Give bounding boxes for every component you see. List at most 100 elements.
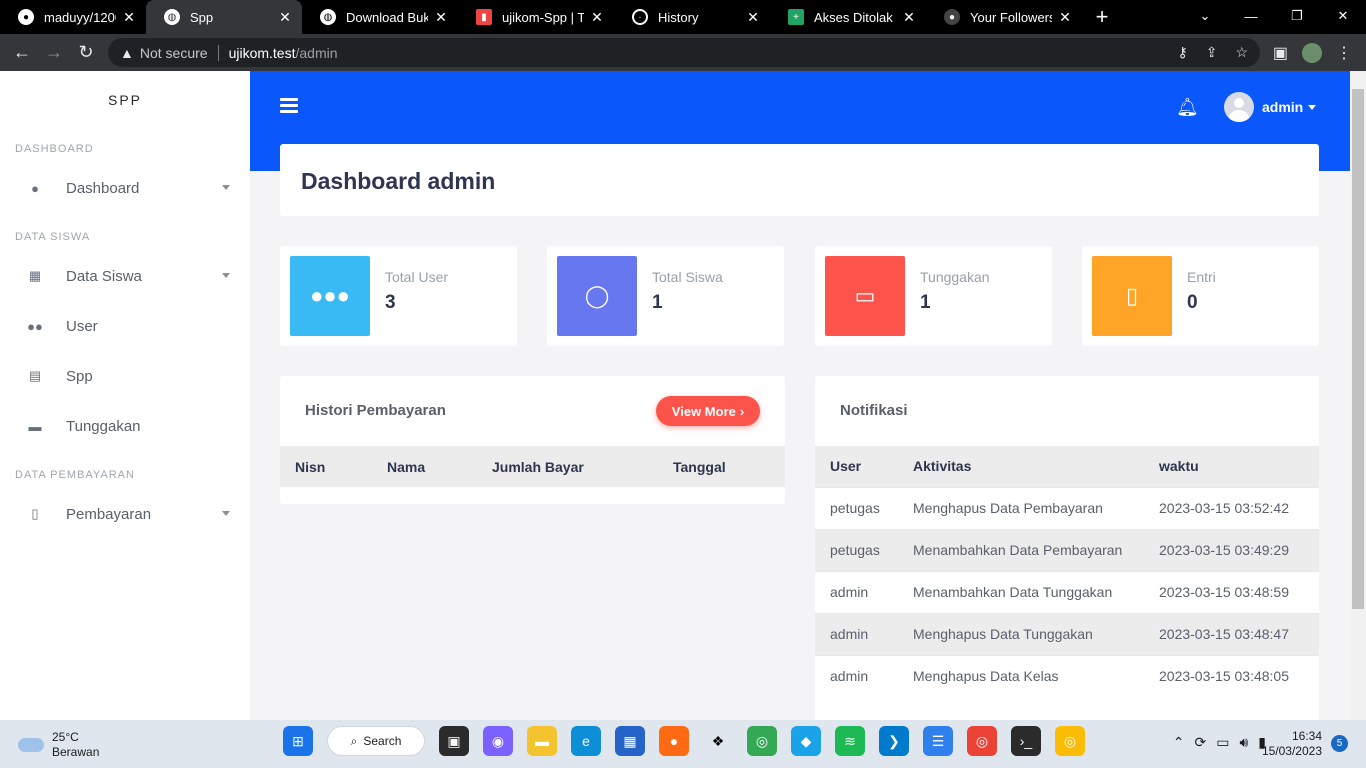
clock[interactable]: 16:34 15/03/2023 [1262,729,1322,759]
table-cell: admin [815,570,898,613]
not-secure-label: Not secure [139,44,208,61]
reload-button[interactable]: ↻ [70,37,102,69]
close-icon[interactable]: ✕ [122,9,136,26]
chevron-right-icon: › [739,403,745,419]
sidebar-item-pembayaran[interactable]: ▯ Pembayaran [0,489,250,539]
user-icon: ◯ [557,256,637,336]
sidebar-item-dashboard[interactable]: ● Dashboard [0,163,250,213]
sidebar-brand[interactable]: SPP [0,71,250,129]
credit-card-icon: ▭ [825,256,905,336]
back-button[interactable]: ← [6,37,38,69]
app-icon[interactable]: ◆ [791,726,821,756]
close-icon[interactable]: ✕ [434,9,448,26]
histori-pembayaran-panel: Histori Pembayaran View More › Nisn Nama… [280,376,785,504]
notification-badge[interactable]: 5 [1331,735,1348,752]
table-header: Aktivitas [898,446,1144,487]
firefox-icon[interactable]: ● [659,726,689,756]
close-icon[interactable]: ✕ [902,9,916,26]
close-window-button[interactable]: ✕ [1320,0,1366,32]
chrome-icon[interactable]: ◎ [747,726,777,756]
notepad-icon[interactable]: ☰ [923,726,953,756]
new-tab-button[interactable]: + [1082,0,1122,34]
bell-icon[interactable]: 🔔︎ [1176,97,1199,118]
close-icon[interactable]: ✕ [590,9,604,26]
stat-card-tunggakan: ▭ Tunggakan 1 [815,246,1052,346]
menu-toggle-icon[interactable] [280,98,298,116]
table-cell: petugas [815,486,898,529]
volume-icon[interactable]: 🔊︎ [1239,734,1248,751]
file-icon: ▯ [1092,256,1172,336]
stat-value: 1 [652,292,663,313]
table-header: Tanggal [658,446,785,487]
table-cell: Menghapus Data Pembayaran [898,486,1144,529]
browser-tab-active[interactable]: ◍ Spp ✕ [146,0,302,34]
table-row: petugas Menghapus Data Pembayaran 2023-0… [815,486,1319,529]
store-icon[interactable]: ▦ [615,726,645,756]
minimize-button[interactable]: — [1228,0,1274,32]
stat-card-entri: ▯ Entri 0 [1082,246,1319,346]
browser-tab[interactable]: + Akses Ditolak ✕ [770,0,926,34]
browser-tab-bar: ● maduyy/1200787 ✕ ◍ Spp ✕ ◍ Download Bu… [0,0,1366,34]
maximize-button[interactable]: ❐ [1274,0,1320,32]
sidebar-item-data-siswa[interactable]: ▦ Data Siswa [0,251,250,301]
sidebar-item-tunggakan[interactable]: ▬ Tunggakan [0,401,250,451]
page-scrollbar[interactable] [1350,71,1366,720]
chrome-icon[interactable]: ◎ [1055,726,1085,756]
tab-search-icon[interactable]: ⌄ [1182,0,1228,32]
file-explorer-icon[interactable]: ▬ [527,726,557,756]
table-header: Jumlah Bayar [477,446,658,487]
sidebar-item-label: Tunggakan [66,417,141,435]
terminal-icon[interactable]: ›_ [1011,726,1041,756]
profile-avatar-icon[interactable] [1302,42,1322,63]
chrome-icon[interactable]: ◎ [967,726,997,756]
dropbox-icon[interactable]: ❖ [703,726,733,756]
tab-title: maduyy/1200787 [44,9,116,25]
credit-card-icon: ▬ [28,418,42,434]
table-cell: admin [815,612,898,655]
sheets-icon: + [788,9,804,25]
browser-tab[interactable]: ● maduyy/1200787 ✕ [0,0,146,34]
browser-tab[interactable]: ◍ Download Bukti Pembayaran ✕ [302,0,458,34]
stat-card-total-siswa: ◯ Total Siswa 1 [547,246,784,346]
close-icon[interactable]: ✕ [1058,9,1072,26]
globe-icon: ◍ [164,9,180,25]
table-cell: 2023-03-15 03:49:29 [1144,528,1319,571]
vscode-icon[interactable]: ❯ [879,726,909,756]
key-icon[interactable]: ⚷ [1177,44,1187,61]
close-icon[interactable]: ✕ [746,9,760,26]
caret-down-icon [222,511,230,516]
close-icon[interactable]: ✕ [278,9,292,26]
view-more-button[interactable]: View More › [656,396,760,426]
sidebar-item-label: Spp [66,367,93,385]
histori-table-wrap: Nisn Nama Jumlah Bayar Tanggal [280,446,785,487]
menu-dots-icon[interactable]: ⋮ [1336,43,1352,63]
bookmark-star-icon[interactable]: ☆ [1235,44,1248,61]
clock-time: 16:34 [1291,729,1322,743]
forward-button[interactable]: → [38,37,70,69]
chevron-up-icon[interactable]: ⌃ [1173,734,1185,751]
browser-tab[interactable]: ● Your Followers ✕ [926,0,1082,34]
github-icon: ● [944,9,960,25]
scrollbar-thumb[interactable] [1352,89,1364,609]
sidebar-item-spp[interactable]: ▤ Spp [0,351,250,401]
sync-icon[interactable]: ⟳ [1194,734,1206,751]
url-path: /admin [295,44,338,61]
edge-icon[interactable]: e [571,726,601,756]
taskbar-search[interactable]: ⌕ Search [327,726,425,756]
sidebar-item-user[interactable]: ●● User [0,301,250,351]
user-dropdown[interactable]: admin [1224,92,1317,122]
chat-icon[interactable]: ◉ [483,726,513,756]
display-icon[interactable]: ▭ [1216,734,1229,751]
browser-tab[interactable]: · History ✕ [614,0,770,34]
sidebar-item-label: User [66,317,98,335]
task-view-icon[interactable]: ▣ [439,726,469,756]
browser-tab[interactable]: ▮ ujikom-Spp | Trello ✕ [458,0,614,34]
spotify-icon[interactable]: ≋ [835,726,865,756]
share-icon[interactable]: ⇪ [1206,44,1218,61]
address-bar-row: ← → ↻ ▲ Not secure ujikom.test /admin ⚷ … [0,34,1366,71]
weather-widget[interactable]: 25°C Berawan [18,730,99,760]
side-panel-icon[interactable]: ▣ [1273,43,1288,63]
tab-title: Akses Ditolak [814,9,893,25]
url-bar[interactable]: ▲ Not secure ujikom.test /admin ⚷ ⇪ ☆ [108,38,1260,67]
windows-start-icon[interactable]: ⊞ [283,726,313,756]
